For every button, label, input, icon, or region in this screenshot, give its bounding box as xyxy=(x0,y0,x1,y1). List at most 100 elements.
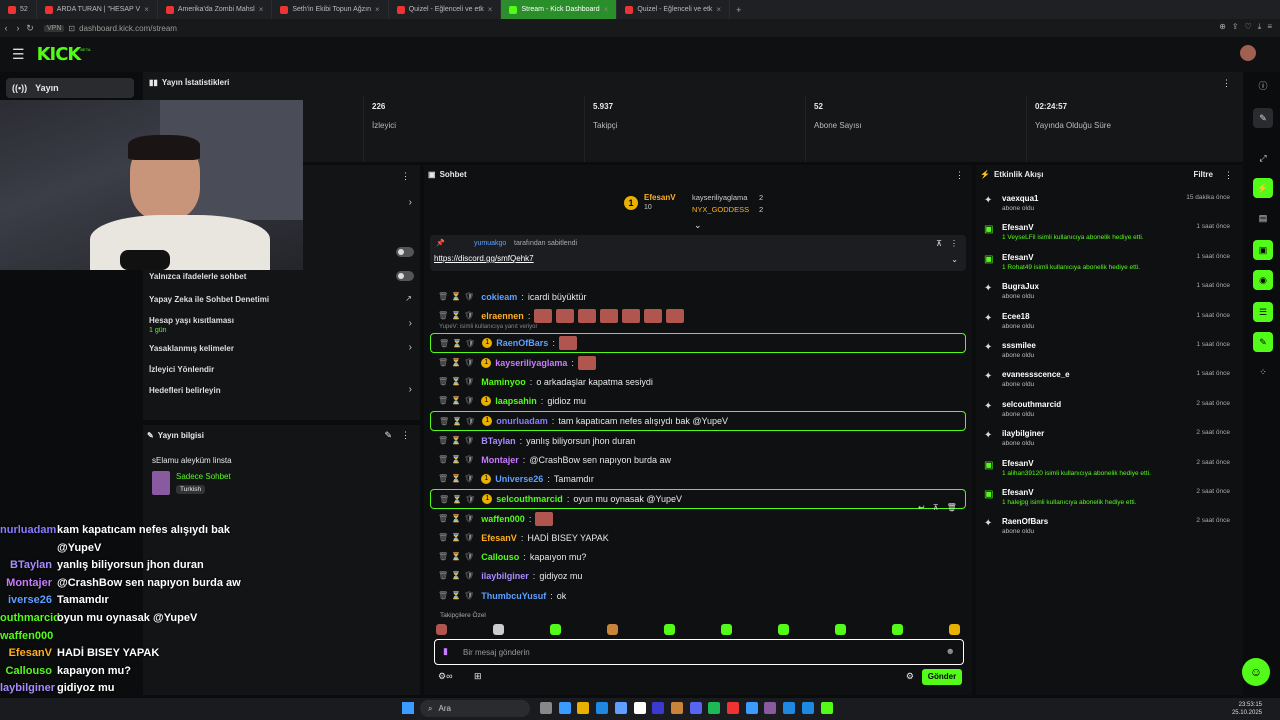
nav-item-yayin[interactable]: ((•)) Yayın xyxy=(6,78,134,98)
taskbar-app-icon[interactable] xyxy=(820,702,833,714)
setting-raid[interactable]: İzleyici Yönlendir xyxy=(149,365,214,374)
moderation-tools-icon[interactable]: 🗑⏳🛡 xyxy=(438,377,477,386)
chat-message[interactable]: 🗑⏳🛡 BTaylan: yanlış biliyorsun jhon duran xyxy=(430,431,966,450)
chat-message[interactable]: 🗑⏳🛡 Montajer: @CrashBow sen napıyon burda … xyxy=(430,450,966,469)
chat-message[interactable]: 🗑⏳🛡 cokieam: icardi büyüktür xyxy=(430,287,966,306)
taskbar-app-icon[interactable] xyxy=(783,702,796,714)
emote-icon[interactable] xyxy=(949,624,960,635)
wrench-rail-icon[interactable]: ✎ xyxy=(1253,332,1273,352)
moderation-tools-icon[interactable]: 🗑⏳🛡 xyxy=(438,455,477,464)
taskbar-app-icon[interactable] xyxy=(689,702,702,714)
category-name[interactable]: Sadece Sohbet xyxy=(176,472,231,481)
send-button[interactable]: Gönder xyxy=(922,669,962,685)
unpin-icon[interactable]: ⊼ xyxy=(936,239,942,248)
chat-message[interactable]: 🗑⏳🛡 ThumbcuYusuf: ok xyxy=(430,586,966,605)
chat-username[interactable]: selcouthmarcid xyxy=(496,494,563,504)
taskbar-app-icon[interactable] xyxy=(727,702,739,714)
activity-item[interactable]: ✦ sssmilee abone oldu 1 saat önce xyxy=(984,341,1234,359)
vpn-badge[interactable]: VPN xyxy=(44,24,65,32)
taskbar-app-icon[interactable] xyxy=(708,702,721,714)
pinned-link[interactable]: https://discord.gg/smfQehk7 xyxy=(434,254,534,263)
browser-tab[interactable]: Quizel - Eğlenceli ve etk × xyxy=(389,0,502,19)
chat-message[interactable]: 🗑⏳🛡 1 onurluadam: tam kapatıcam nefes alışı… xyxy=(430,411,966,431)
moderation-tools-icon[interactable]: 🗑⏳🛡 xyxy=(438,474,477,483)
chat-username[interactable]: cokieam xyxy=(481,292,517,302)
taskbar-app-icon[interactable] xyxy=(558,702,571,714)
reload-icon[interactable]: ↻ xyxy=(24,23,36,34)
pinned-by-user[interactable]: yumuakgo xyxy=(474,240,506,247)
windows-start-icon[interactable] xyxy=(402,702,414,714)
chat-rail-icon[interactable]: ▣ xyxy=(1253,240,1273,260)
gift-icon[interactable]: ⊞ xyxy=(474,671,482,682)
chat-message[interactable]: 🗑⏳🛡 1 selcouthmarcid: oyun mu oynasak @Yupe… xyxy=(430,489,966,509)
chat-input[interactable]: ▮ Bir mesaj gönderin ☻ xyxy=(434,639,964,665)
moderation-tools-icon[interactable]: 🗑⏳🛡 xyxy=(438,514,477,523)
edit-icon[interactable]: ✎ xyxy=(384,430,392,441)
activity-item[interactable]: ✦ ilaybilginer abone oldu 2 saat önce xyxy=(984,429,1234,447)
activity-item[interactable]: ✦ selcouthmarcid abone oldu 2 saat önce xyxy=(984,400,1234,418)
chat-more-icon[interactable]: ⋮ xyxy=(955,170,964,181)
activity-rail-icon[interactable]: ⚡ xyxy=(1253,178,1273,198)
chat-username[interactable]: RaenOfBars xyxy=(496,338,548,348)
external-link-icon[interactable]: ↗ xyxy=(405,294,412,303)
moderation-tools-icon[interactable]: 🗑⏳🛡 xyxy=(438,533,477,542)
bookmark-icon[interactable]: ♡ xyxy=(1245,22,1252,32)
stream-info-more-icon[interactable]: ⋮ xyxy=(401,430,410,441)
chat-settings-icon[interactable]: ⚙ xyxy=(906,671,914,682)
emote-icon[interactable] xyxy=(721,624,732,635)
emote-only-toggle[interactable] xyxy=(396,271,414,281)
moderation-tools-icon[interactable]: 🗑⏳🛡 xyxy=(438,436,477,445)
taskbar-app-icon[interactable] xyxy=(540,702,552,714)
info-icon[interactable]: ⓘ xyxy=(1253,76,1273,96)
zoom-icon[interactable]: ⊕ xyxy=(1219,22,1226,32)
browser-tab[interactable]: ARDA TURAN | "HESAP V × xyxy=(37,0,158,19)
emote-icon[interactable] xyxy=(892,624,903,635)
apps-icon[interactable]: ⁘ xyxy=(1253,362,1273,382)
chevron-right-icon[interactable]: › xyxy=(409,197,412,208)
chat-username[interactable]: BTaylan xyxy=(481,436,515,446)
setting-account-age[interactable]: Hesap yaşı kısıtlaması 1 gün xyxy=(149,316,234,334)
top-gifter-name[interactable]: EfesanV xyxy=(644,193,676,202)
edit-stream-icon[interactable]: ✎ xyxy=(1253,108,1273,128)
emote-icon[interactable] xyxy=(550,624,561,635)
list-rail-icon[interactable]: ☰ xyxy=(1253,302,1273,322)
user-avatar[interactable] xyxy=(1240,45,1256,61)
collapse-icon[interactable]: ⌄ xyxy=(694,220,702,231)
browser-tab[interactable]: Amerika'da Zombi Mahsl × xyxy=(158,0,273,19)
gifter-3-name[interactable]: NYX_GODDESS xyxy=(692,205,749,214)
chat-username[interactable]: laapsahin xyxy=(495,396,537,406)
chat-username[interactable]: onurluadam xyxy=(496,416,548,426)
chat-message[interactable]: 🗑⏳🛡 elraennen: xyxy=(430,306,966,325)
reply-icon[interactable]: ↩ xyxy=(918,503,925,512)
taskbar-search[interactable]: ⌕ Ara xyxy=(420,700,530,717)
moderation-tools-icon[interactable]: 🗑⏳🛡 xyxy=(439,339,478,348)
chat-username[interactable]: Maminyoo xyxy=(481,377,526,387)
moderation-tools-icon[interactable]: 🗑⏳🛡 xyxy=(439,417,478,426)
taskbar-app-icon[interactable] xyxy=(633,702,646,714)
emote-icon[interactable] xyxy=(607,624,618,635)
moderation-tools-icon[interactable]: 🗑⏳🛡 xyxy=(438,292,477,301)
setting-emote-only[interactable]: Yalnızca ifadelerle sohbet xyxy=(149,272,246,281)
taskbar-app-icon[interactable] xyxy=(614,702,627,714)
mic-icon[interactable]: ▮ xyxy=(443,646,448,657)
browser-tab[interactable]: 52 xyxy=(0,0,37,19)
activity-item[interactable]: ▣ EfesanV 1 VeyseLFil isimli kullanıcıya a… xyxy=(984,223,1234,241)
browser-tab[interactable]: Stream - Kick Dashboard × xyxy=(501,0,618,19)
new-tab-icon[interactable]: + xyxy=(730,5,747,15)
download-icon[interactable]: ⤓ xyxy=(1258,22,1262,32)
chat-message[interactable]: 🗑⏳🛡 waffen000: xyxy=(430,509,966,528)
activity-item[interactable]: ▣ EfesanV 1 alihan39120 isimli kullanıcıya… xyxy=(984,459,1234,477)
chat-message[interactable]: 🗑⏳🛡 1 Universe26: Tamamdır xyxy=(430,469,966,488)
moderation-tools-icon[interactable]: 🗑⏳🛡 xyxy=(439,495,478,504)
share-icon[interactable]: ⇪ xyxy=(1232,22,1239,32)
gifter-2-name[interactable]: kayseriliyaglama xyxy=(692,193,747,202)
fullscreen-icon[interactable]: ⤢ xyxy=(1253,148,1273,168)
filter-button[interactable]: Filtre xyxy=(1193,170,1213,179)
expand-chevron-icon[interactable]: ⌄ xyxy=(951,255,958,264)
kick-logo[interactable]: KICK xyxy=(37,44,82,65)
taskbar-app-icon[interactable] xyxy=(745,702,758,714)
pinned-more-icon[interactable]: ⋮ xyxy=(950,239,958,248)
stats-more-icon[interactable]: ⋮ xyxy=(1222,78,1231,89)
chat-username[interactable]: Montajer xyxy=(481,455,519,465)
taskbar-app-icon[interactable] xyxy=(801,702,814,714)
